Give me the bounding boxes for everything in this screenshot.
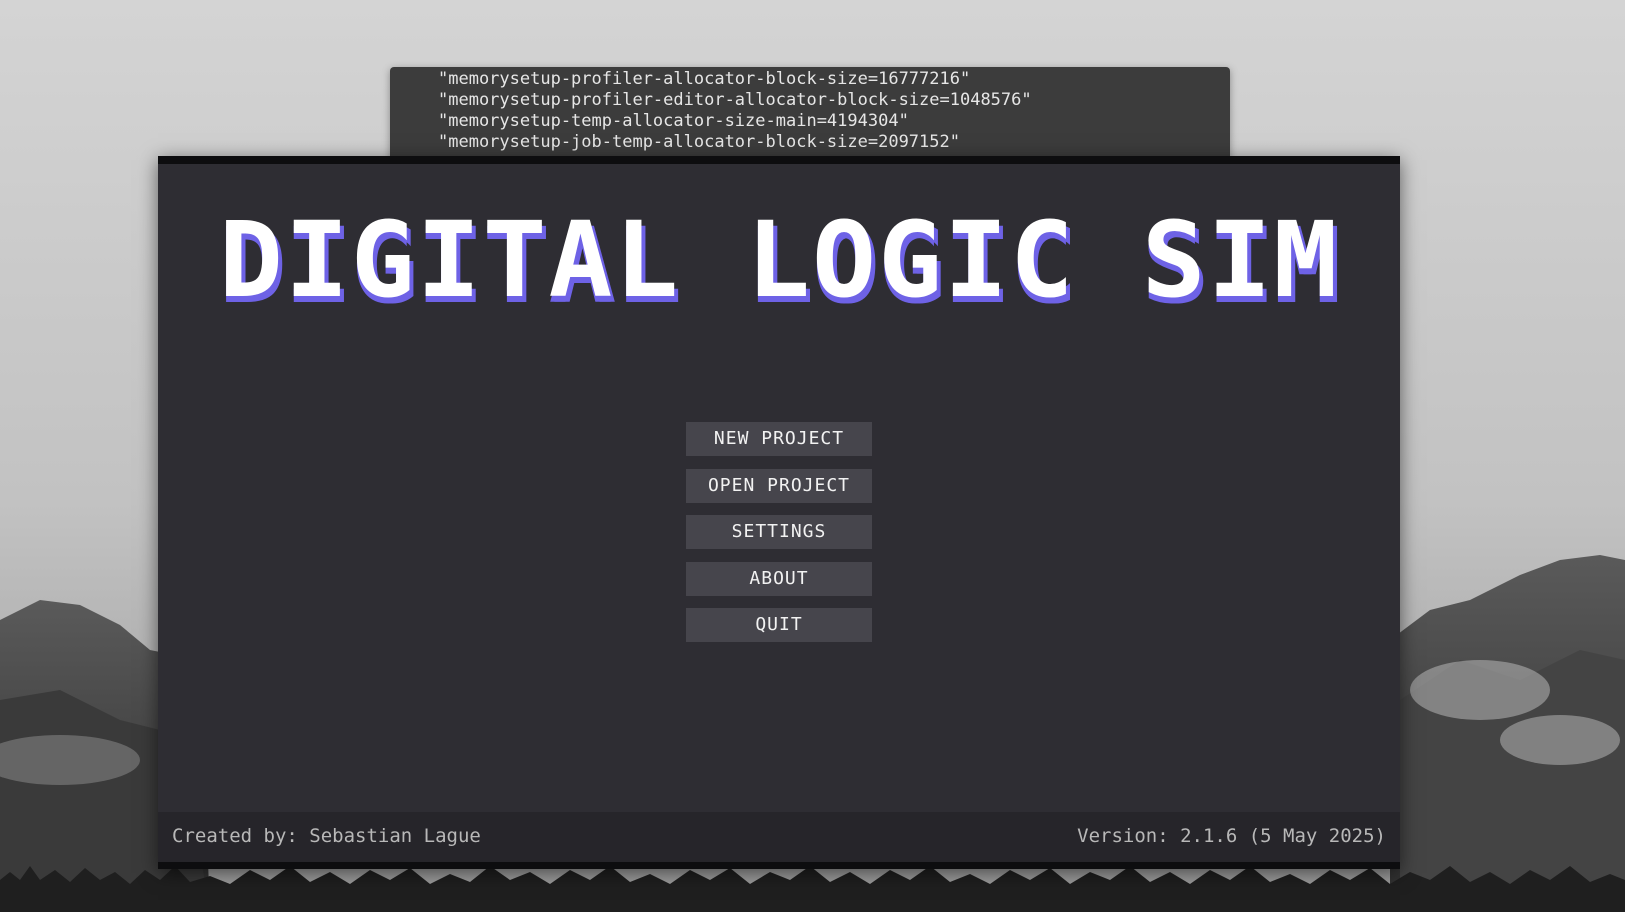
open-project-button[interactable]: OPEN PROJECT [686,468,872,503]
quit-button[interactable]: QUIT [686,608,872,642]
new-project-button[interactable]: NEW PROJECT [686,422,872,456]
main-menu: NEW PROJECT OPEN PROJECT SETTINGS ABOUT … [686,422,872,655]
credit-text: Created by: Sebastian Lague [172,825,481,847]
title-area: DIGITAL LOGIC SIM [158,199,1400,321]
log-lines: "memorysetup-profiler-allocator-block-si… [438,69,1032,153]
log-line: "memorysetup-temp-allocator-size-main=41… [438,111,909,131]
footer-bar: Created by: Sebastian Lague Version: 2.1… [158,812,1400,862]
log-window: "memorysetup-profiler-allocator-block-si… [390,67,1230,167]
log-line: "memorysetup-job-temp-allocator-block-si… [438,132,960,152]
settings-button[interactable]: SETTINGS [686,515,872,549]
log-line: "memorysetup-profiler-editor-allocator-b… [438,90,1032,110]
version-text: Version: 2.1.6 (5 May 2025) [1077,825,1386,847]
about-button[interactable]: ABOUT [686,561,872,596]
log-line: "memorysetup-profiler-allocator-block-si… [438,69,971,89]
app-title: DIGITAL LOGIC SIM [218,199,1340,321]
app-window: DIGITAL LOGIC SIM NEW PROJECT OPEN PROJE… [158,156,1400,869]
